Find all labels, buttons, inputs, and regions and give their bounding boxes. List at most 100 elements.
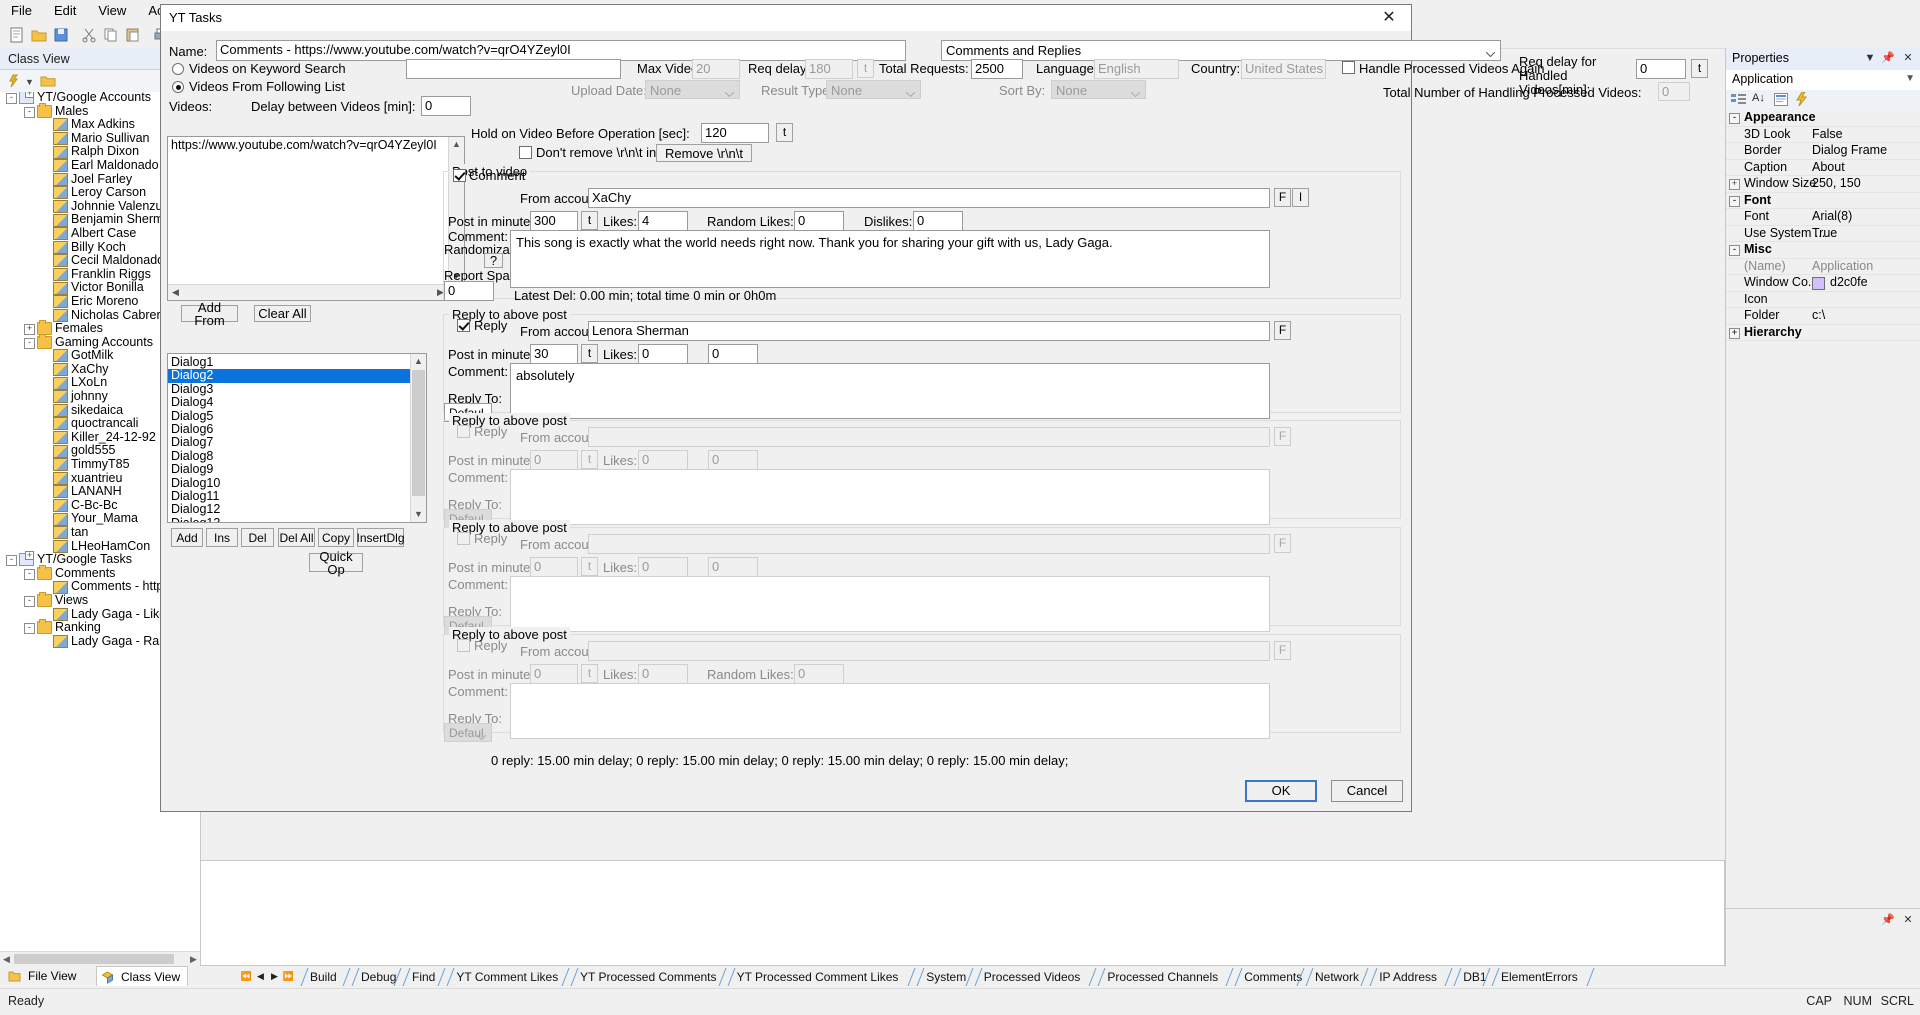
dialog-list-copy-button[interactable]: Copy (318, 528, 354, 547)
property-row[interactable]: +Window Size250, 150 (1726, 176, 1920, 193)
output-tab[interactable]: YT Processed Comments (570, 968, 727, 986)
property-row[interactable]: Use System ...True (1726, 226, 1920, 243)
sort-by-combo[interactable]: None (1051, 80, 1146, 99)
comment-textarea[interactable]: This song is exactly what the world need… (510, 230, 1270, 288)
reply-from-accounts-input[interactable] (588, 534, 1270, 554)
property-row[interactable]: Icon (1726, 292, 1920, 309)
new-folder-icon[interactable] (40, 74, 56, 91)
copy-icon[interactable] (102, 26, 120, 44)
list-item[interactable]: Dialog8 (168, 450, 410, 463)
quick-op-button[interactable]: Quick Op (309, 553, 363, 572)
dialog-list-del-all-button[interactable]: Del All (278, 528, 315, 547)
tree-expander-icon[interactable]: - (6, 93, 17, 104)
reply-checkbox[interactable] (457, 532, 470, 545)
dialog-list-ins-button[interactable]: Ins (206, 528, 238, 547)
remove-escapes-button[interactable]: Remove \r\n\t (656, 144, 752, 162)
reply-comment-textarea[interactable] (510, 576, 1270, 632)
property-value[interactable]: c:\ (1812, 308, 1825, 324)
dialog-list-del-button[interactable]: Del (241, 528, 274, 547)
properties-grid[interactable]: -Appearance3D LookFalseBorderDialog Fram… (1726, 110, 1920, 370)
list-item[interactable]: Dialog10 (168, 477, 410, 490)
comment-checkbox[interactable] (453, 169, 466, 182)
property-row[interactable]: +Hierarchy (1726, 325, 1920, 342)
property-value[interactable]: About (1812, 160, 1845, 176)
output-nav-button-2[interactable]: ▶ (268, 969, 281, 984)
max-videos-input[interactable]: 20 (692, 59, 740, 79)
reply-extra-input[interactable]: 0 (708, 450, 758, 470)
color-swatch[interactable] (1812, 277, 1825, 290)
keyword-search-input[interactable] (406, 59, 621, 79)
property-row[interactable]: FontArial(8) (1726, 209, 1920, 226)
open-icon[interactable] (30, 26, 48, 44)
add-from-button[interactable]: Add From (181, 305, 238, 322)
reply-comment-textarea[interactable] (510, 683, 1270, 739)
tab-file-view[interactable]: File View (4, 966, 83, 986)
cancel-button[interactable]: Cancel (1331, 780, 1403, 802)
pin-icon[interactable]: 📌 (1881, 914, 1895, 928)
randomization-help-button[interactable]: ? (484, 253, 503, 268)
req-delay-input[interactable]: 180 (805, 59, 853, 79)
save-icon[interactable] (52, 26, 70, 44)
tree-expander-icon[interactable]: - (24, 569, 35, 580)
reply-post-minutes-t-button[interactable]: t (581, 344, 598, 363)
result-type-combo[interactable]: None (826, 80, 921, 99)
property-row[interactable]: -Appearance (1726, 110, 1920, 127)
list-item[interactable]: Dialog2 (168, 369, 410, 382)
reply-post-minutes-input[interactable]: 30 (530, 344, 578, 364)
property-row[interactable]: Folderc:\ (1726, 308, 1920, 325)
paste-icon[interactable] (124, 26, 142, 44)
property-row[interactable]: -Misc (1726, 242, 1920, 259)
dialog-list-add-button[interactable]: Add (171, 528, 203, 547)
hold-input[interactable]: 120 (701, 123, 769, 143)
output-tab[interactable]: Processed Videos (974, 968, 1098, 986)
ok-button[interactable]: OK (1245, 780, 1317, 802)
name-input[interactable]: Comments - https://www.youtube.com/watch… (216, 40, 906, 61)
tree-expander-icon[interactable]: + (24, 324, 35, 335)
tree-expander-icon[interactable]: - (24, 596, 35, 607)
pin-icon[interactable]: 📌 (1881, 52, 1895, 66)
output-tab[interactable]: YT Comment Likes (446, 968, 570, 986)
close-icon[interactable]: ✕ (1901, 914, 1915, 928)
menu-item-edit[interactable]: Edit (43, 0, 87, 22)
property-row[interactable]: -Font (1726, 193, 1920, 210)
output-tab[interactable]: Comments (1234, 968, 1305, 986)
scroll-left-icon[interactable]: ◀ (168, 285, 183, 300)
reply-extra-input[interactable]: 0 (708, 344, 758, 364)
from-accounts-f-button[interactable]: F (1274, 188, 1291, 207)
scroll-thumb[interactable] (14, 954, 174, 964)
property-row[interactable]: (Name)Application (1726, 259, 1920, 276)
scroll-down-icon[interactable]: ▼ (411, 507, 426, 522)
alphabetical-sort-icon[interactable]: A↓ (1752, 92, 1765, 104)
new-icon[interactable] (8, 26, 26, 44)
language-input[interactable]: English (1094, 59, 1179, 79)
property-value[interactable]: Dialog Frame (1812, 143, 1887, 159)
scroll-left-icon[interactable]: ◀ (1, 954, 12, 964)
reply-post-minutes-t-button[interactable]: t (581, 664, 598, 683)
menu-item-view[interactable]: View (87, 0, 137, 22)
reply-from-accounts-f-button[interactable]: F (1274, 427, 1291, 446)
country-input[interactable]: United States (1241, 59, 1326, 79)
reply-replyto-combo[interactable]: Defaul (444, 723, 492, 742)
tree-expander-icon[interactable]: - (6, 555, 17, 566)
post-minutes-t-button[interactable]: t (581, 211, 598, 230)
radio-following-list[interactable] (172, 81, 184, 93)
property-value[interactable]: Application (1812, 259, 1873, 275)
output-tab[interactable]: Debug (351, 968, 402, 986)
class-sort-dropdown-icon[interactable]: ▼ (25, 77, 34, 87)
reply-from-accounts-input[interactable] (588, 427, 1270, 447)
videos-listbox[interactable]: https://www.youtube.com/watch?v=qrO4YZey… (167, 136, 465, 301)
reply-from-accounts-f-button[interactable]: F (1274, 641, 1291, 660)
reply-post-minutes-input[interactable]: 0 (530, 450, 578, 470)
property-value[interactable]: 250, 150 (1812, 176, 1861, 192)
output-tab[interactable]: YT Processed Comment Likes (727, 968, 917, 986)
clear-all-button[interactable]: Clear All (254, 305, 311, 322)
property-value[interactable]: d2c0fe (1830, 275, 1868, 291)
reply-likes-input[interactable]: 0 (638, 557, 688, 577)
random-likes-input[interactable]: 0 (794, 211, 844, 231)
dont-remove-checkbox[interactable] (519, 146, 532, 159)
videos-hscrollbar[interactable]: ◀ ▶ (168, 284, 448, 300)
dialogs-listbox[interactable]: Dialog1Dialog2Dialog3Dialog4Dialog5Dialo… (167, 353, 427, 523)
property-row[interactable]: BorderDialog Frame (1726, 143, 1920, 160)
output-nav-button-3[interactable]: ⏩ (282, 969, 295, 984)
events-icon[interactable] (1796, 92, 1808, 109)
